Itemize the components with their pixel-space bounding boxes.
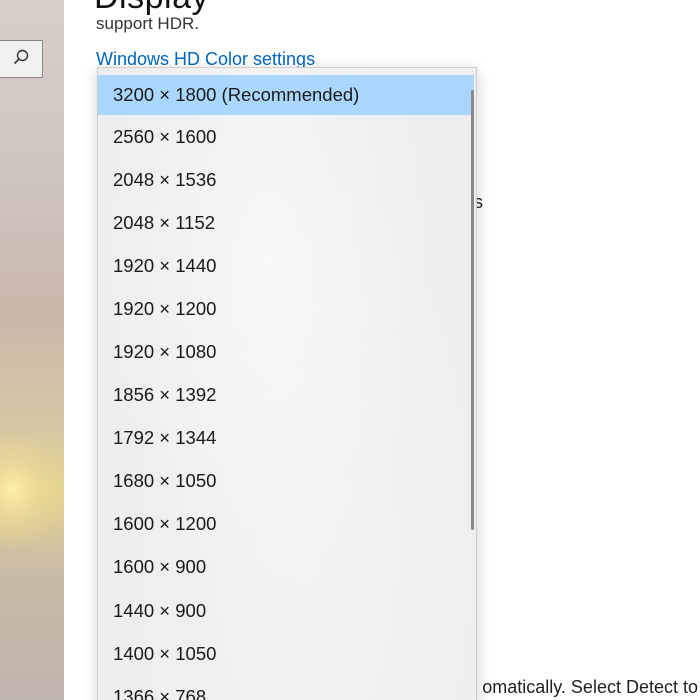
resolution-option[interactable]: 1920 × 1080 xyxy=(98,330,474,373)
resolution-option[interactable]: 1792 × 1344 xyxy=(98,417,474,460)
detect-description-text: omatically. Select Detect to xyxy=(482,677,698,697)
resolution-option[interactable]: 2048 × 1152 xyxy=(98,201,474,244)
dropdown-scrollbar[interactable] xyxy=(471,90,474,530)
resolution-option[interactable]: 1600 × 900 xyxy=(98,546,474,589)
settings-window: Display support HDR. Windows HD Color se… xyxy=(0,0,700,700)
resolution-option[interactable]: 1920 × 1200 xyxy=(98,287,474,330)
resolution-option[interactable]: 1600 × 1200 xyxy=(98,503,474,546)
resolution-option[interactable]: 1680 × 1050 xyxy=(98,460,474,503)
resolution-option[interactable]: 1400 × 1050 xyxy=(98,632,474,675)
wallpaper-strip xyxy=(0,0,64,700)
resolution-option[interactable]: 1920 × 1440 xyxy=(98,244,474,287)
hdr-support-text: support HDR. xyxy=(96,14,199,33)
resolution-option[interactable]: 1440 × 900 xyxy=(98,589,474,632)
resolution-option[interactable]: 1856 × 1392 xyxy=(98,374,474,417)
search-icon xyxy=(12,48,30,71)
resolution-option[interactable]: 2048 × 1536 xyxy=(98,158,474,201)
display-resolution-dropdown-list[interactable]: 3200 × 1800 (Recommended) 2560 × 1600 20… xyxy=(97,67,477,700)
resolution-option-selected[interactable]: 3200 × 1800 (Recommended) xyxy=(98,75,474,115)
resolution-option[interactable]: 2560 × 1600 xyxy=(98,115,474,158)
search-button[interactable] xyxy=(0,40,43,78)
resolution-option[interactable]: 1366 × 768 xyxy=(98,675,474,700)
